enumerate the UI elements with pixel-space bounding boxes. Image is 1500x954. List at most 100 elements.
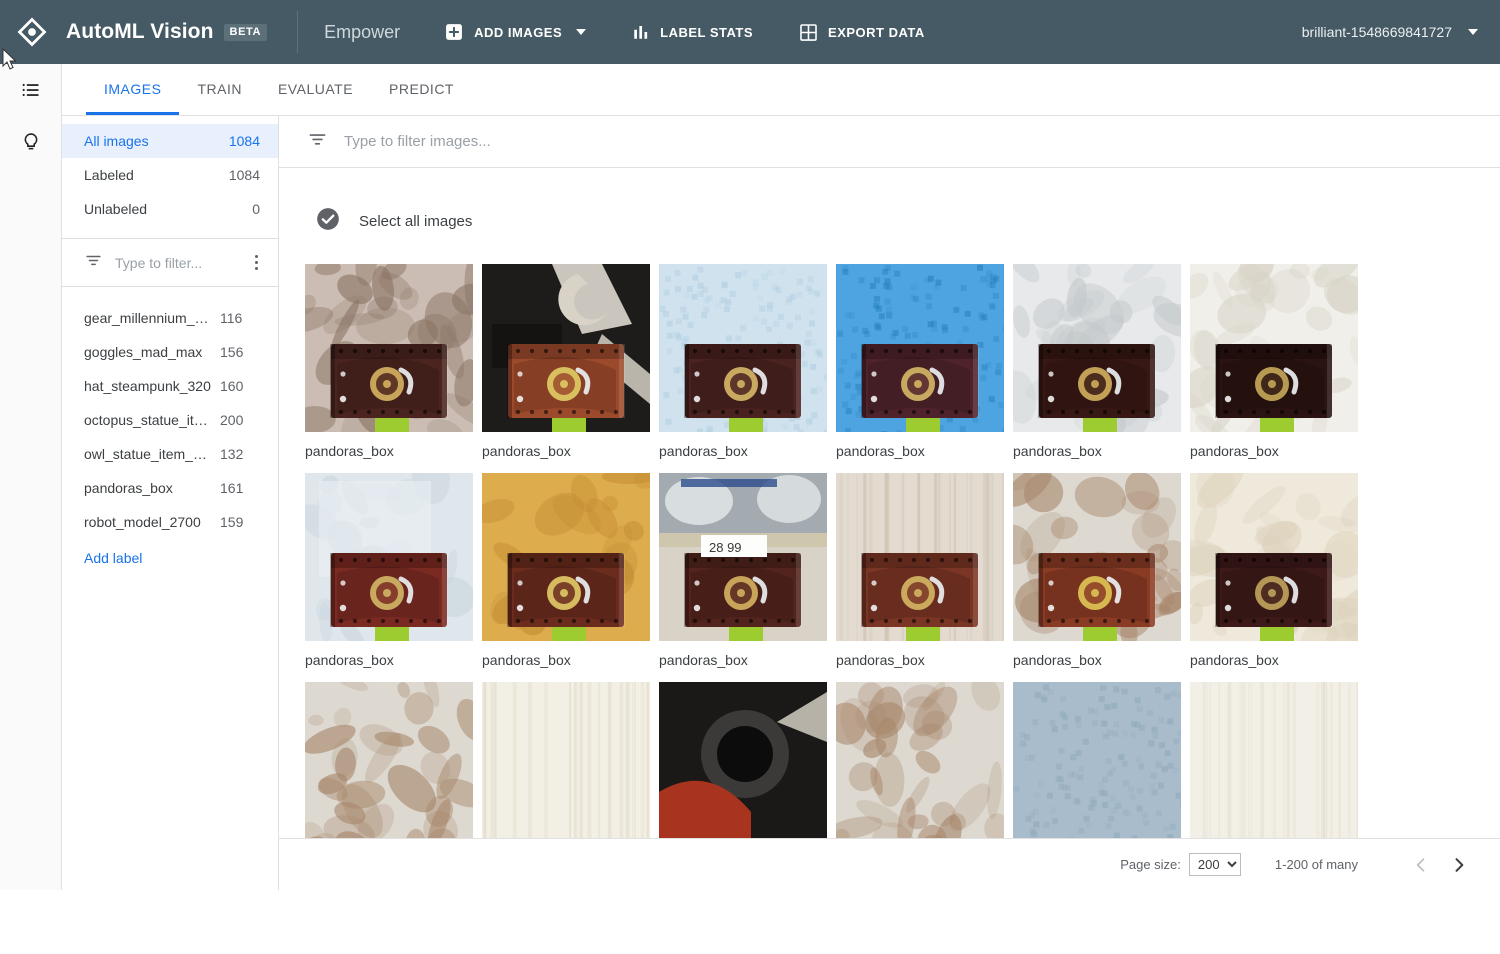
list-item[interactable]: owl_statue_item_789 132: [62, 437, 278, 471]
label-count: 159: [220, 514, 243, 530]
export-data-button[interactable]: EXPORT DATA: [799, 23, 925, 42]
image-thumbnail[interactable]: [836, 473, 1004, 641]
next-page-button[interactable]: [1440, 846, 1478, 884]
account-menu[interactable]: brilliant-1548669841727: [1302, 0, 1478, 64]
list-item[interactable]: pandoras_box 161: [62, 471, 278, 505]
image-label-caption: pandoras_box: [836, 641, 1004, 668]
prev-page-button[interactable]: [1402, 846, 1440, 884]
filter-icon: [307, 129, 328, 155]
add-images-label: ADD IMAGES: [474, 25, 562, 40]
label-stats-button[interactable]: LABEL STATS: [632, 23, 753, 41]
project-name[interactable]: Empower: [324, 22, 400, 43]
tab-predict[interactable]: PREDICT: [371, 64, 472, 115]
search-input[interactable]: Type to filter images...: [344, 133, 491, 150]
image-grid-item: pandoras_box: [482, 473, 650, 668]
image-grid-item: [482, 682, 650, 850]
automl-logo[interactable]: [0, 0, 64, 64]
list-item[interactable]: hat_steampunk_320 160: [62, 369, 278, 403]
diamond-eye-icon: [17, 17, 47, 47]
image-grid-row: [305, 682, 1500, 850]
check-circle-icon: [315, 206, 341, 237]
icon-rail: [0, 64, 62, 890]
image-thumbnail[interactable]: [482, 682, 650, 850]
sidebar-item-all-images[interactable]: All images 1084: [62, 124, 278, 158]
label-list: gear_millennium_fa… 116 goggles_mad_max …: [62, 287, 278, 575]
image-grid-item: [659, 682, 827, 850]
image-label-caption: pandoras_box: [305, 432, 473, 459]
labeled-label: Labeled: [84, 167, 229, 183]
label-count: 161: [220, 480, 243, 496]
brand-name: AutoML Vision: [66, 20, 214, 43]
image-grid-item: pandoras_box: [836, 473, 1004, 668]
label-count: 160: [220, 378, 243, 394]
image-thumbnail[interactable]: [1190, 473, 1358, 641]
more-options-icon[interactable]: [246, 255, 266, 270]
image-counts-block: All images 1084 Labeled 1084 Unlabeled 0: [62, 116, 278, 239]
image-label-caption: pandoras_box: [482, 641, 650, 668]
tab-evaluate[interactable]: EVALUATE: [260, 64, 371, 115]
image-grid-item: pandoras_box: [482, 264, 650, 459]
image-grid-row: pandoras_box: [305, 264, 1500, 459]
sidebar-item-unlabeled[interactable]: Unlabeled 0: [62, 192, 278, 226]
image-thumbnail[interactable]: [1190, 264, 1358, 432]
list-item[interactable]: robot_model_2700 159: [62, 505, 278, 539]
chevron-down-icon: [576, 29, 586, 35]
image-thumbnail[interactable]: [305, 473, 473, 641]
image-grid-item: [836, 682, 1004, 850]
tab-images[interactable]: IMAGES: [86, 64, 179, 115]
label-filter-row: Type to filter...: [62, 239, 278, 287]
label-count: 156: [220, 344, 243, 360]
image-grid-item: pandoras_box: [1190, 473, 1358, 668]
sidebar-item-labeled[interactable]: Labeled 1084: [62, 158, 278, 192]
image-grid-item: pandoras_box: [305, 264, 473, 459]
image-filter-bar: Type to filter images...: [279, 116, 1500, 168]
select-all-images-toggle[interactable]: Select all images: [279, 168, 1500, 237]
image-thumbnail[interactable]: [305, 682, 473, 850]
tab-train[interactable]: TRAIN: [179, 64, 260, 115]
image-thumbnail[interactable]: 28 99: [659, 473, 827, 641]
image-thumbnail[interactable]: [482, 264, 650, 432]
image-thumbnail[interactable]: [659, 264, 827, 432]
list-item[interactable]: goggles_mad_max 156: [62, 335, 278, 369]
list-icon[interactable]: [0, 64, 62, 116]
page-size-label: Page size:: [1120, 857, 1181, 872]
export-data-label: EXPORT DATA: [828, 25, 925, 40]
label-name: gear_millennium_fa…: [84, 310, 220, 326]
list-item[interactable]: octopus_statue_ite… 200: [62, 403, 278, 437]
image-thumbnail[interactable]: [1013, 264, 1181, 432]
image-thumbnail[interactable]: [836, 264, 1004, 432]
main-content: Type to filter images... Select all imag…: [279, 116, 1500, 890]
add-images-button[interactable]: ADD IMAGES: [444, 22, 586, 42]
image-thumbnail[interactable]: [1190, 682, 1358, 850]
tab-bar: IMAGES TRAIN EVALUATE PREDICT: [62, 64, 1500, 116]
image-label-caption: pandoras_box: [1190, 432, 1358, 459]
image-thumbnail[interactable]: [1013, 682, 1181, 850]
unlabeled-label: Unlabeled: [84, 201, 252, 217]
image-label-caption: pandoras_box: [659, 641, 827, 668]
page-size-select[interactable]: 50100200: [1189, 853, 1241, 876]
image-grid-item: [1190, 682, 1358, 850]
header-divider: [297, 11, 298, 53]
image-label-caption: pandoras_box: [305, 641, 473, 668]
image-grid-item: [305, 682, 473, 850]
unlabeled-count: 0: [252, 201, 260, 217]
image-label-caption: pandoras_box: [836, 432, 1004, 459]
image-grid-row: pandoras_box pandoras_box: [305, 473, 1500, 668]
pagination-bar: Page size: 50100200 1-200 of many: [279, 838, 1500, 890]
image-thumbnail[interactable]: [659, 682, 827, 850]
image-thumbnail[interactable]: [836, 682, 1004, 850]
label-count: 200: [220, 412, 243, 428]
image-thumbnail[interactable]: [1013, 473, 1181, 641]
list-item[interactable]: gear_millennium_fa… 116: [62, 301, 278, 335]
image-grid-item: pandoras_box: [1190, 264, 1358, 459]
image-grid-item: pandoras_box: [305, 473, 473, 668]
image-label-caption: pandoras_box: [482, 432, 650, 459]
add-label-button[interactable]: Add label: [62, 541, 278, 575]
lightbulb-icon[interactable]: [0, 116, 62, 168]
label-filter-input[interactable]: Type to filter...: [115, 255, 234, 271]
image-thumbnail[interactable]: [482, 473, 650, 641]
image-thumbnail[interactable]: [305, 264, 473, 432]
label-name: pandoras_box: [84, 480, 220, 496]
image-label-caption: pandoras_box: [659, 432, 827, 459]
grid-table-icon: [799, 23, 818, 42]
